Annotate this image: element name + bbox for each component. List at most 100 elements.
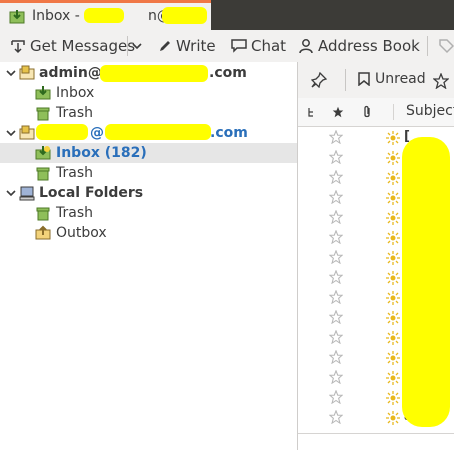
trash-icon <box>36 167 50 181</box>
download-icon <box>11 40 25 54</box>
new-message-icon <box>386 191 400 205</box>
inbox-new-mail-icon <box>35 146 51 160</box>
new-message-icon <box>386 211 400 225</box>
folder-label: Inbox (182) <box>56 145 147 161</box>
redaction-mark <box>100 65 208 82</box>
trash-icon <box>36 207 50 221</box>
tag-button[interactable] <box>438 36 454 56</box>
attachment-icon[interactable] <box>361 105 373 119</box>
unread-label: Unread <box>375 71 426 87</box>
redaction-mark <box>36 124 88 140</box>
star-icon[interactable] <box>328 309 344 325</box>
mail-account-icon <box>19 65 35 80</box>
mail-account-icon <box>19 125 35 140</box>
folder-item-inbox-selected[interactable]: Inbox (182) <box>0 143 297 163</box>
star-icon[interactable] <box>328 189 344 205</box>
computer-icon <box>19 186 35 201</box>
account-label: admin@ <box>39 65 102 81</box>
column-header: Subject <box>298 98 454 127</box>
new-message-icon <box>386 311 400 325</box>
get-messages-label: Get Messages <box>30 37 136 55</box>
inbox-icon <box>35 86 51 100</box>
address-book-button[interactable]: Address Book <box>298 36 420 56</box>
star-icon[interactable] <box>328 369 344 385</box>
write-button[interactable]: Write <box>158 36 216 56</box>
star-icon[interactable] <box>328 129 344 145</box>
new-message-icon <box>386 391 400 405</box>
star-icon[interactable] <box>328 289 344 305</box>
contact-icon <box>299 39 313 54</box>
redaction-mark <box>162 7 207 24</box>
address-book-label: Address Book <box>318 37 420 55</box>
toolbar-divider <box>427 36 428 56</box>
main-toolbar: Get Messages Write Chat Address Book <box>0 30 454 63</box>
get-messages-button[interactable]: Get Messages <box>10 36 135 56</box>
toolbar-divider <box>127 36 128 56</box>
chevron-down-icon <box>132 43 142 50</box>
thread-pane: Unread Subject [[?[[a[[F[aa <box>298 62 454 450</box>
folder-label: Outbox <box>56 225 107 241</box>
account-label-suffix: .com <box>209 65 247 81</box>
pencil-icon <box>160 41 170 51</box>
new-message-icon <box>386 411 400 425</box>
quick-filter-bar: Unread <box>298 62 454 99</box>
star-icon[interactable] <box>328 169 344 185</box>
folder-item-inbox[interactable]: Inbox <box>0 83 297 103</box>
star-icon[interactable] <box>328 409 344 425</box>
folder-item-outbox[interactable]: Outbox <box>0 223 297 243</box>
chat-button[interactable]: Chat <box>231 36 286 56</box>
tab-label: Inbox - <box>32 8 80 24</box>
new-message-icon <box>386 371 400 385</box>
redaction-mark <box>105 124 211 140</box>
toolbar-divider <box>345 69 346 91</box>
folder-item-trash[interactable]: Trash <box>0 163 297 183</box>
expand-arrow-icon[interactable] <box>6 128 16 138</box>
folder-item-trash[interactable]: Trash <box>0 203 297 223</box>
redaction-mark <box>402 137 450 427</box>
star-icon[interactable] <box>328 329 344 345</box>
pin-icon[interactable] <box>311 72 327 88</box>
star-icon[interactable] <box>328 209 344 225</box>
folder-label: Trash <box>56 205 93 221</box>
star-icon[interactable] <box>328 349 344 365</box>
expand-arrow-icon[interactable] <box>6 188 16 198</box>
write-label: Write <box>176 37 216 55</box>
account-label: @ <box>90 125 104 141</box>
folder-label: Trash <box>56 105 93 121</box>
chat-label: Chat <box>251 37 287 55</box>
star-icon[interactable] <box>433 73 449 89</box>
expand-arrow-icon[interactable] <box>6 68 16 78</box>
new-message-icon <box>386 251 400 265</box>
folder-pane: admin@ .com Inbox Trash @ .com Inbox (18… <box>0 62 298 450</box>
new-message-icon <box>386 271 400 285</box>
new-message-icon <box>386 331 400 345</box>
new-message-icon <box>386 151 400 165</box>
thread-column-icon[interactable] <box>307 107 317 117</box>
star-column-icon[interactable] <box>332 106 344 118</box>
inbox-icon <box>9 9 25 29</box>
folder-label: Inbox <box>56 85 95 101</box>
local-folders-row[interactable]: Local Folders <box>0 183 297 203</box>
star-icon[interactable] <box>328 269 344 285</box>
star-icon[interactable] <box>328 149 344 165</box>
trash-icon <box>36 107 50 121</box>
tag-icon <box>439 39 454 54</box>
unread-filter-button[interactable]: Unread <box>358 71 426 87</box>
subject-column-header[interactable]: Subject <box>406 103 454 119</box>
folder-label: Trash <box>56 165 93 181</box>
account-label-suffix: .com <box>210 125 248 141</box>
new-message-icon <box>386 171 400 185</box>
chat-icon <box>231 39 247 53</box>
new-message-icon <box>386 291 400 305</box>
new-message-icon <box>386 131 400 145</box>
column-divider <box>393 104 394 120</box>
star-icon[interactable] <box>328 389 344 405</box>
folder-item-trash[interactable]: Trash <box>0 103 297 123</box>
new-message-icon <box>386 231 400 245</box>
star-icon[interactable] <box>328 249 344 265</box>
star-icon[interactable] <box>328 229 344 245</box>
new-message-icon <box>386 351 400 365</box>
horizontal-divider <box>298 433 454 434</box>
bookmark-icon <box>358 72 370 86</box>
get-messages-dropdown[interactable] <box>132 36 142 56</box>
